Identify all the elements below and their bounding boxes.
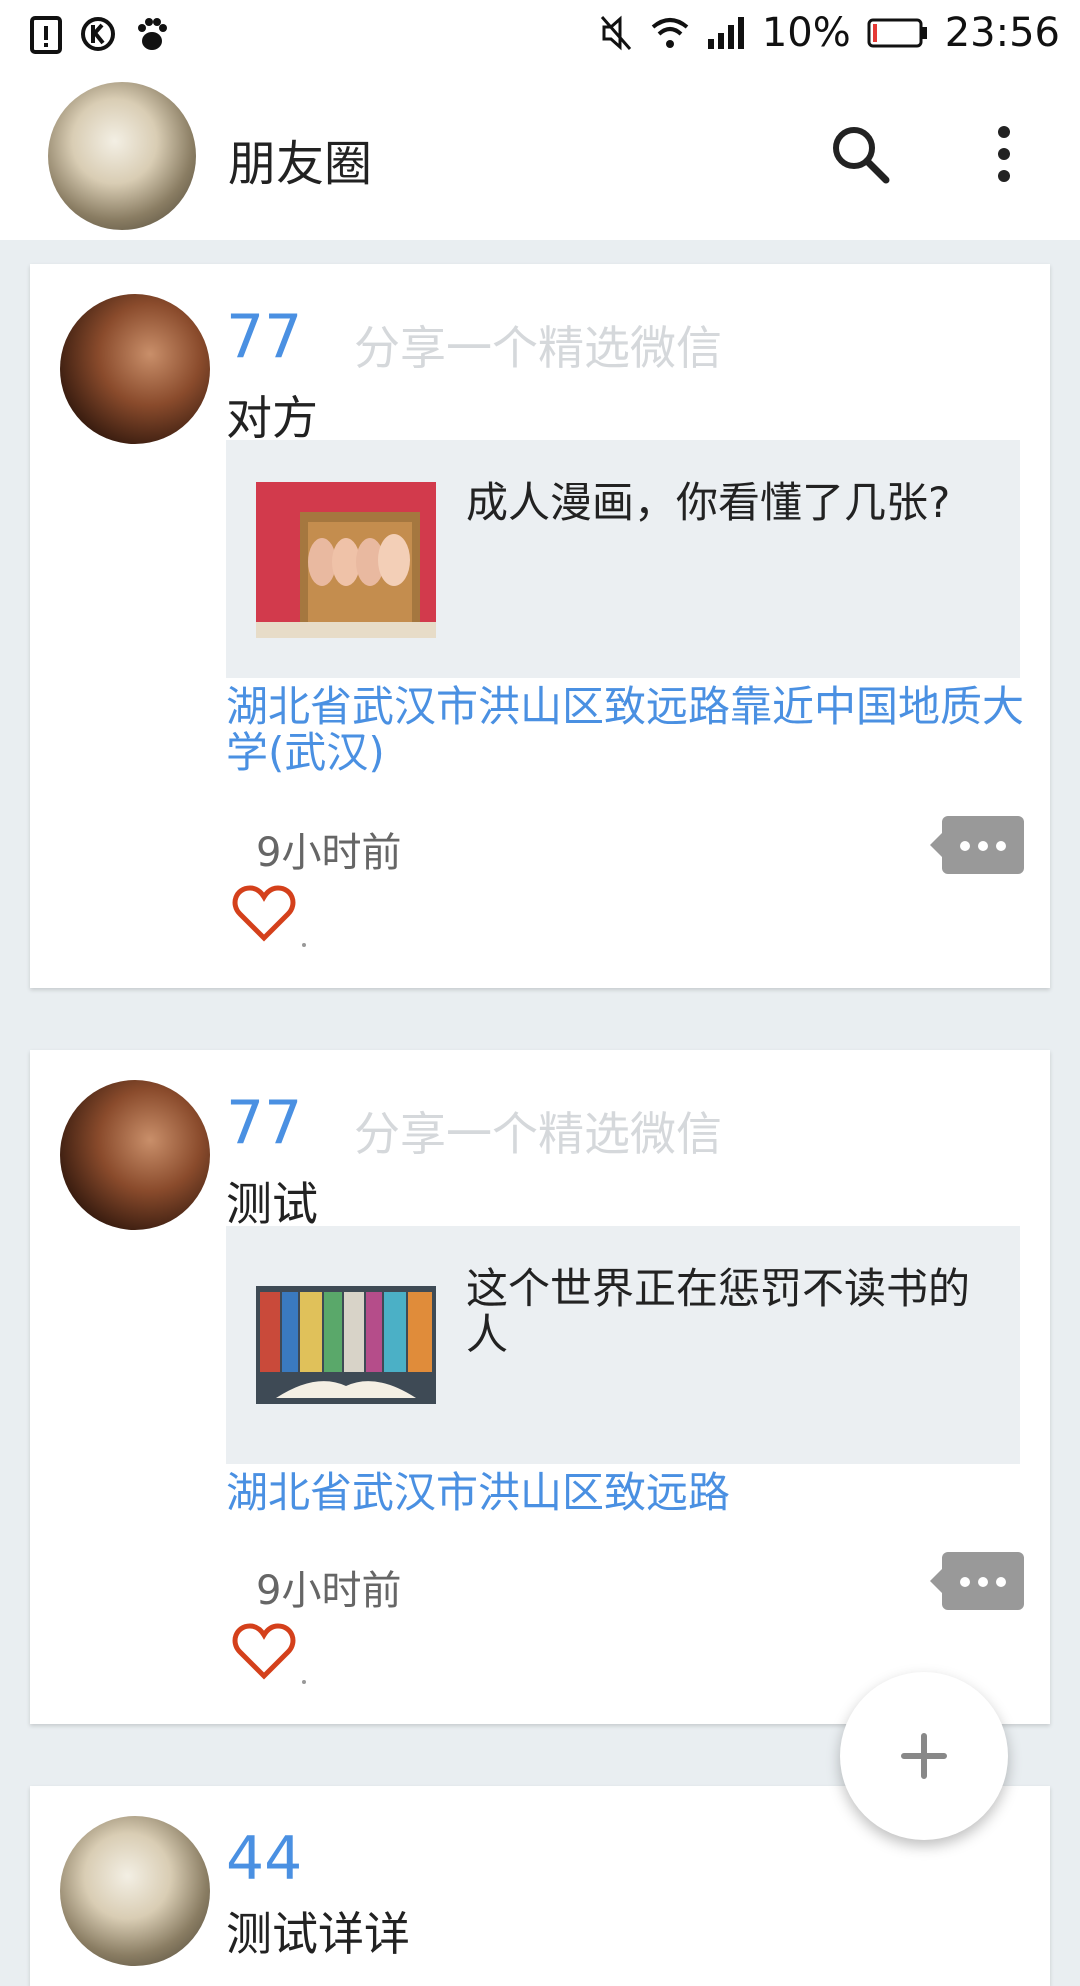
post-location[interactable]: 湖北省武汉市洪山区致远路靠近中国地质大学(武汉) [226,684,1026,776]
post-content: 对方 [226,391,318,445]
post-content: 测试详详 [226,1907,410,1961]
post-author-name[interactable]: 44 [226,1824,302,1894]
post-card: 77 分享一个精选微信 测试 这个世界正在惩罚不读书的人 湖北省武汉市洪山区致远… [30,1050,1050,1724]
post-content: 测试 [226,1177,318,1231]
comment-more-button[interactable] [930,1552,1024,1610]
add-post-fab[interactable] [840,1672,1008,1840]
post-author-name[interactable]: 77 [226,1088,302,1158]
wifi-icon [651,18,689,48]
battery-percent: 10% [761,10,851,56]
shared-link-card[interactable]: 成人漫画，你看懂了几张? [226,440,1020,678]
avatar[interactable] [60,294,210,444]
comment-more-button[interactable] [930,816,1024,874]
like-separator-dot [302,1680,306,1684]
status-right-icons: 10% 23:56 [598,10,1060,56]
more-vert-icon[interactable] [982,122,1026,186]
post-time: 9小时前 [256,830,402,876]
shared-thumbnail [256,1286,436,1404]
post-tag: 分享一个精选微信 [354,321,722,375]
alert-icon [30,16,62,54]
post-card: 77 分享一个精选微信 对方 成人漫画，你看懂了几张? 湖北省武汉市洪山区致远路… [30,264,1050,988]
heart-icon[interactable] [232,1622,296,1682]
app-bar: 朋友圈 [0,72,1080,240]
shared-thumbnail [256,482,436,638]
status-bar: 10% 23:56 [0,0,1080,72]
post-tag: 分享一个精选微信 [354,1107,722,1161]
signal-icon [707,17,744,49]
plus-icon [901,1733,947,1779]
k-icon [81,17,115,51]
battery-icon [867,18,927,48]
status-left-icons [30,14,170,54]
post-location[interactable]: 湖北省武汉市洪山区致远路 [226,1470,1026,1516]
post-time: 9小时前 [256,1568,402,1614]
shared-title: 这个世界正在惩罚不读书的人 [466,1264,971,1359]
status-time: 23:56 [944,10,1060,56]
mute-icon [600,15,631,51]
page-title: 朋友圈 [228,136,373,192]
avatar[interactable] [60,1816,210,1966]
like-separator-dot [302,943,306,947]
shared-link-card[interactable]: 这个世界正在惩罚不读书的人 [226,1226,1020,1464]
baidu-paw-icon [138,18,167,50]
avatar[interactable] [60,1080,210,1230]
heart-icon[interactable] [232,884,296,944]
search-icon[interactable] [828,122,892,186]
profile-avatar[interactable] [48,82,196,230]
post-author-name[interactable]: 77 [226,302,302,372]
shared-title: 成人漫画，你看懂了几张? [466,478,951,527]
